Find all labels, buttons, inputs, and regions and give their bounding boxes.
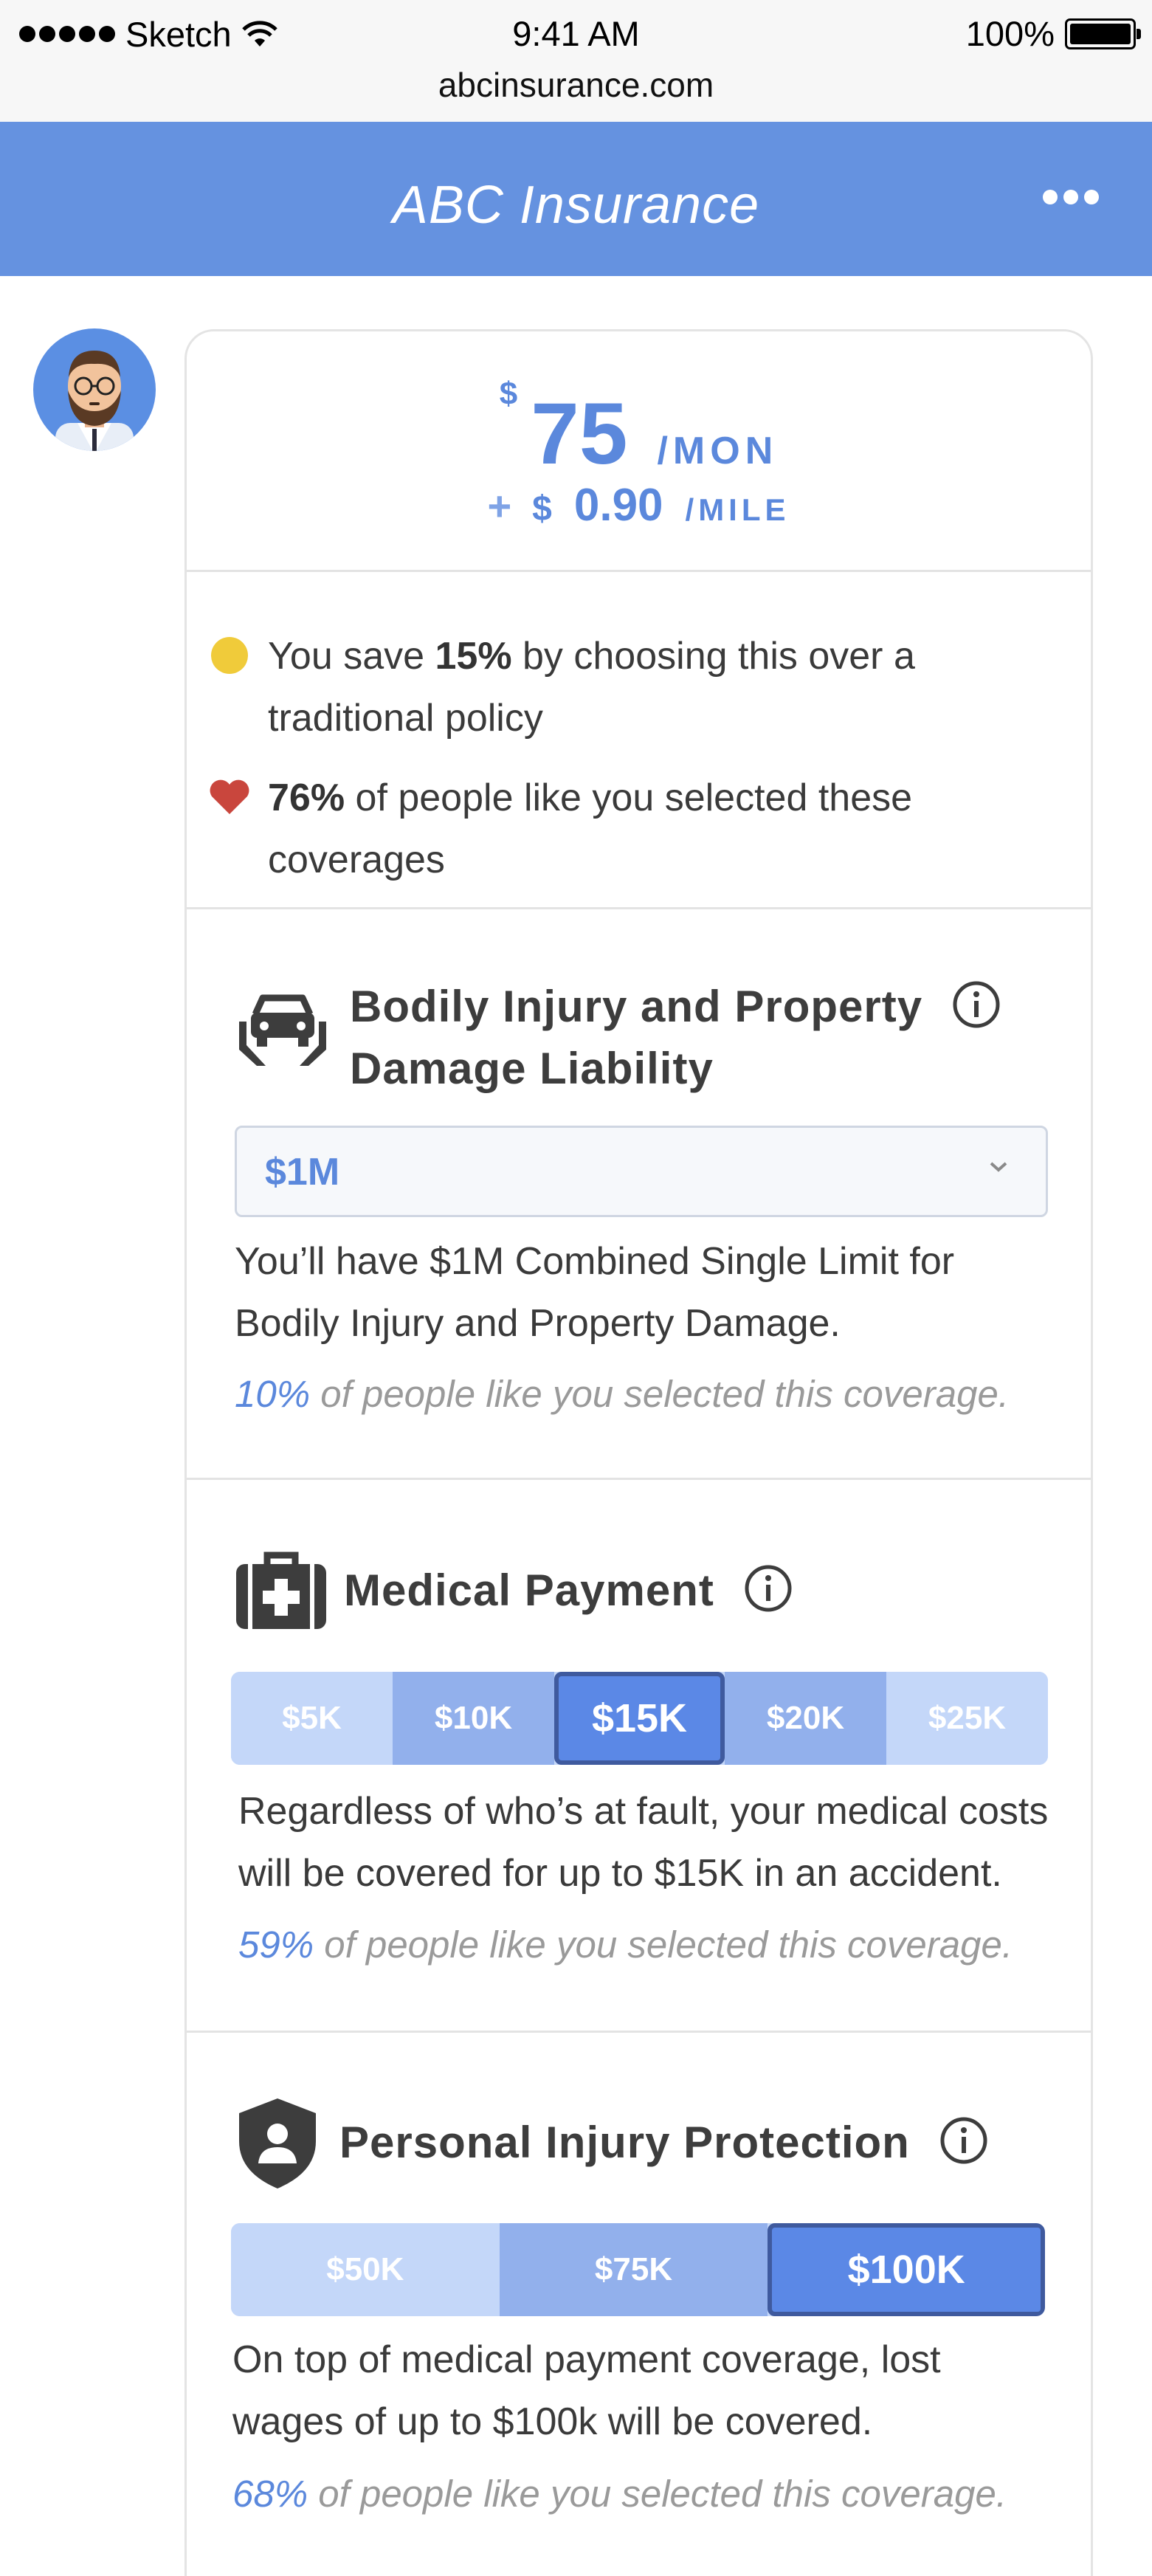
stat-text: of people like you selected this coverag… [308, 2473, 1007, 2515]
popularity-percent: 76% [268, 776, 345, 819]
medical-kit-icon [236, 1552, 326, 1629]
personal-injury-description: On top of medical payment coverage, lost… [232, 2338, 941, 2443]
app-header: ABC Insurance [0, 122, 1152, 276]
medical-payment-stat: 59% of people like you selected this cov… [238, 1923, 1013, 1966]
status-bar: Sketch 9:41 AM 100% abcinsurance.com [0, 0, 1152, 122]
stat-text: of people like you selected this coverag… [310, 1373, 1009, 1415]
stat-percent: 68% [232, 2473, 308, 2515]
shield-person-icon [239, 2098, 316, 2188]
divider [187, 2031, 1091, 2033]
app-title: ABC Insurance [392, 176, 760, 235]
battery-percent: 100% [965, 14, 1055, 53]
bodily-injury-limit-select[interactable]: $1M [235, 1126, 1048, 1217]
personal-injury-heading: Personal Injury Protection [235, 2095, 988, 2191]
popularity-note: 76% of people like you selected these co… [209, 767, 1046, 891]
address-bar-url[interactable]: abcinsurance.com [0, 65, 1152, 105]
battery-status: 100% [965, 13, 1141, 54]
pip-option-75k[interactable]: $75K [499, 2223, 768, 2316]
savings-note: You save 15% by choosing this over a tra… [209, 625, 1046, 749]
personal-injury-title: Personal Injury Protection [339, 2118, 910, 2167]
medical-option-10k[interactable]: $10K [393, 1672, 554, 1765]
plus-sign: + [487, 483, 512, 529]
personal-injury-stat: 68% of people like you selected this cov… [232, 2472, 1007, 2515]
per-mile-amount: 0.90 [573, 480, 663, 531]
medical-option-25k[interactable]: $25K [886, 1672, 1048, 1765]
avatar[interactable] [33, 328, 156, 451]
medical-payment-heading: Medical Payment [235, 1549, 793, 1630]
medical-payment-description: Regardless of who’s at fault, your medic… [238, 1790, 1049, 1895]
info-icon[interactable] [744, 1564, 793, 1613]
currency-symbol: $ [499, 376, 518, 412]
monthly-amount: 75 [531, 385, 628, 483]
monthly-price: $75/MON [187, 376, 1091, 484]
monthly-unit: /MON [657, 430, 779, 472]
bodily-injury-stat: 10% of people like you selected this cov… [235, 1372, 1009, 1416]
heart-icon [210, 779, 249, 814]
medical-payment-title: Medical Payment [344, 1566, 714, 1615]
per-mile-price: + $0.90/MILE [187, 479, 1091, 531]
bearded-man-avatar-icon [55, 351, 134, 451]
divider [187, 1478, 1091, 1480]
car-hands-icon [239, 994, 326, 1066]
bodily-injury-title: Bodily Injury and Property [350, 982, 923, 1031]
coin-icon [211, 637, 248, 674]
divider [187, 907, 1091, 909]
bodily-injury-title-line2: Damage Liability [350, 1044, 714, 1093]
personal-injury-selector: $50K $75K $100K [231, 2223, 1045, 2316]
divider [187, 570, 1091, 572]
medical-option-15k[interactable]: $15K [554, 1672, 725, 1765]
stat-percent: 59% [238, 1924, 314, 1966]
info-icon[interactable] [939, 2116, 988, 2165]
pip-option-50k[interactable]: $50K [231, 2223, 500, 2316]
per-mile-unit: /MILE [685, 492, 790, 527]
chevron-down-icon [990, 1162, 1007, 1172]
select-value: $1M [265, 1151, 340, 1194]
medical-option-5k[interactable]: $5K [231, 1672, 393, 1765]
stat-percent: 10% [235, 1373, 311, 1415]
pip-option-100k[interactable]: $100K [768, 2223, 1045, 2316]
medical-option-20k[interactable]: $20K [725, 1672, 886, 1765]
savings-prefix: You save [268, 635, 435, 678]
popularity-text: of people like you selected these covera… [268, 776, 913, 881]
quote-card: $75/MON + $0.90/MILE You save 15% by choo… [184, 329, 1093, 2576]
stat-text: of people like you selected this coverag… [314, 1924, 1013, 1966]
info-icon[interactable] [952, 980, 1001, 1029]
medical-payment-selector: $5K $10K $15K $20K $25K [231, 1672, 1048, 1765]
savings-percent: 15% [435, 635, 512, 678]
bodily-injury-heading: Bodily Injury and Property Damage Liabil… [235, 976, 1001, 1100]
bodily-injury-description: You’ll have $1M Combined Single Limit fo… [235, 1240, 955, 1345]
currency-symbol: $ [532, 489, 552, 528]
battery-icon [1065, 18, 1141, 49]
more-icon[interactable] [1043, 190, 1099, 204]
